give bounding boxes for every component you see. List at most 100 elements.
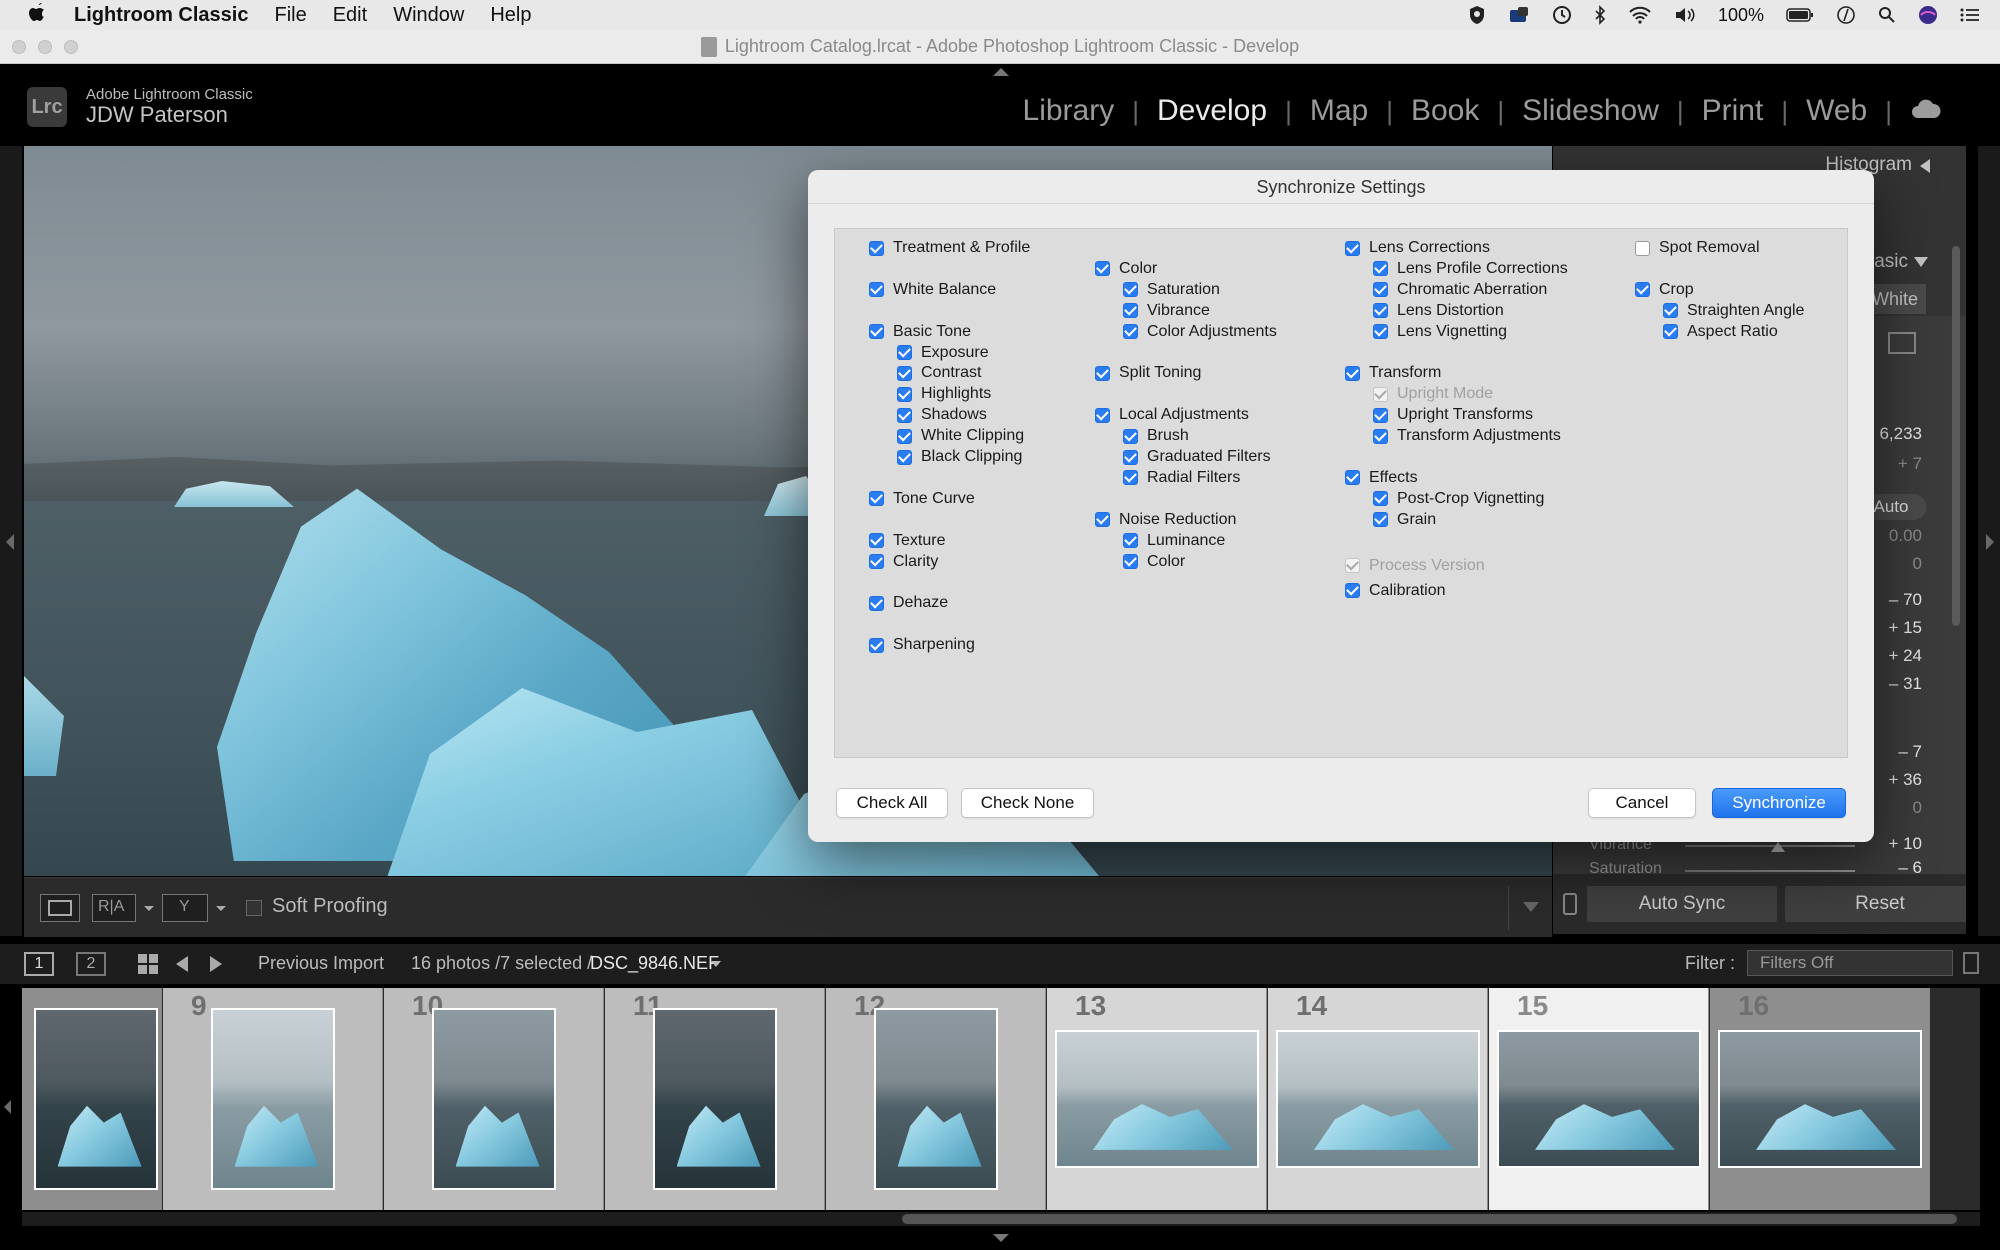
menu-window[interactable]: Window	[393, 4, 464, 27]
basic-panel-expand-icon[interactable]	[1914, 257, 1928, 267]
module-map[interactable]: Map	[1292, 94, 1386, 128]
filmstrip-cell[interactable]: 13	[1047, 988, 1267, 1210]
clock-icon[interactable]	[1836, 5, 1856, 25]
sync-checkbox[interactable]: Treatment & Profile	[869, 239, 1030, 257]
soft-proofing-checkbox[interactable]	[246, 900, 262, 916]
sync-checkbox[interactable]: Crop	[1635, 281, 1694, 299]
sync-checkbox[interactable]: Lens Distortion	[1373, 302, 1504, 320]
menu-help[interactable]: Help	[490, 4, 531, 27]
reference-view-dropdown-icon[interactable]	[216, 906, 226, 911]
sync-checkbox[interactable]: Basic Tone	[869, 323, 971, 341]
sync-checkbox[interactable]: Transform Adjustments	[1373, 427, 1561, 445]
sync-checkbox[interactable]: Spot Removal	[1635, 239, 1760, 257]
shield-icon[interactable]	[1468, 5, 1486, 25]
previous-photo-icon[interactable]	[176, 956, 188, 972]
contrast-value[interactable]: 0	[1913, 554, 1922, 574]
histogram-collapse-icon[interactable]	[1920, 159, 1930, 173]
exposure-value[interactable]: 0.00	[1889, 526, 1922, 546]
sync-checkbox[interactable]: Grain	[1373, 511, 1436, 529]
right-panel-edge[interactable]	[1978, 146, 2000, 936]
battery-icon[interactable]	[1786, 7, 1814, 23]
photo-thumbnail[interactable]	[432, 1008, 556, 1190]
sync-checkbox[interactable]: Vibrance	[1123, 302, 1210, 320]
sync-checkbox[interactable]: White Balance	[869, 281, 996, 299]
sync-checkbox[interactable]: Graduated Filters	[1123, 448, 1271, 466]
photo-thumbnail[interactable]	[653, 1008, 777, 1190]
sync-checkbox[interactable]: Chromatic Aberration	[1373, 281, 1547, 299]
whites-value[interactable]: + 24	[1888, 646, 1922, 666]
sync-checkbox[interactable]: Split Toning	[1095, 364, 1201, 382]
sync-checkbox[interactable]: Post-Crop Vignetting	[1373, 490, 1544, 508]
close-window-button[interactable]	[12, 40, 26, 54]
temp-value[interactable]: 6,233	[1879, 424, 1922, 444]
sync-checkbox[interactable]: Color	[1095, 260, 1157, 278]
notification-center-icon[interactable]	[1960, 7, 1980, 23]
filmstrip-cell[interactable]: 12	[826, 988, 1046, 1210]
sync-checkbox[interactable]: White Clipping	[897, 427, 1024, 445]
bottom-panel-toggle-icon[interactable]	[993, 1234, 1009, 1242]
sync-checkbox[interactable]: Highlights	[897, 385, 991, 403]
sync-checkbox[interactable]: Radial Filters	[1123, 469, 1240, 487]
zoom-window-button[interactable]	[64, 40, 78, 54]
blacks-value[interactable]: – 31	[1889, 674, 1922, 694]
module-book[interactable]: Book	[1393, 94, 1497, 128]
filmstrip-cell[interactable]: 9	[163, 988, 383, 1210]
sync-checkbox[interactable]: Dehaze	[869, 594, 948, 612]
filter-select[interactable]: Filters Off	[1747, 950, 1953, 976]
source-label[interactable]: Previous Import	[258, 953, 384, 974]
photo-thumbnail[interactable]	[1276, 1030, 1480, 1168]
filmstrip-cell[interactable]: 11	[605, 988, 825, 1210]
cloud-sync-icon[interactable]	[1892, 94, 1960, 128]
before-after-button[interactable]: R|A	[92, 894, 136, 922]
sync-checkbox[interactable]: Brush	[1123, 427, 1189, 445]
filmstrip-cell[interactable]: 15	[1489, 988, 1709, 1210]
highlights-value[interactable]: – 70	[1889, 590, 1922, 610]
filename-dropdown-icon[interactable]	[711, 961, 721, 967]
minimize-window-button[interactable]	[38, 40, 52, 54]
photo-thumbnail[interactable]	[1718, 1030, 1922, 1168]
sync-checkbox[interactable]: Shadows	[897, 406, 987, 424]
sync-checkbox[interactable]: Straighten Angle	[1663, 302, 1804, 320]
left-panel-toggle-icon[interactable]	[6, 534, 14, 550]
module-print[interactable]: Print	[1684, 94, 1782, 128]
photo-thumbnail[interactable]	[211, 1008, 335, 1190]
clarity-value[interactable]: + 36	[1888, 770, 1922, 790]
vibrance-slider-knob[interactable]	[1771, 842, 1785, 852]
filmstrip-scroll-thumb[interactable]	[902, 1214, 1957, 1224]
menu-edit[interactable]: Edit	[333, 4, 367, 27]
sync-checkbox[interactable]: Texture	[869, 532, 945, 550]
filmstrip-cell[interactable]: 10	[384, 988, 604, 1210]
sync-checkbox[interactable]: Tone Curve	[869, 490, 975, 508]
filter-lock-icon[interactable]	[1963, 952, 1979, 974]
check-none-button[interactable]: Check None	[961, 788, 1094, 818]
volume-icon[interactable]	[1674, 6, 1696, 24]
auto-sync-switch[interactable]	[1563, 893, 1577, 915]
selected-filename[interactable]: DSC_9846.NEF	[590, 953, 719, 974]
shadows-value[interactable]: + 15	[1888, 618, 1922, 638]
sync-checkbox[interactable]: Clarity	[869, 553, 938, 571]
apple-menu-icon[interactable]	[28, 1, 58, 29]
sync-checkbox[interactable]: Local Adjustments	[1095, 406, 1249, 424]
vibrance-slider[interactable]	[1685, 845, 1855, 847]
check-all-button[interactable]: Check All	[836, 788, 948, 818]
filmstrip-cell[interactable]	[22, 988, 162, 1210]
module-slideshow[interactable]: Slideshow	[1504, 94, 1677, 128]
reference-view-button[interactable]: Y	[162, 894, 208, 922]
cancel-button[interactable]: Cancel	[1588, 788, 1696, 818]
texture-value[interactable]: – 7	[1898, 742, 1922, 762]
sync-checkbox[interactable]: Sharpening	[869, 636, 975, 654]
sync-checkbox[interactable]: Noise Reduction	[1095, 511, 1236, 529]
bluetooth-icon[interactable]	[1594, 5, 1606, 25]
sync-checkbox[interactable]: Black Clipping	[897, 448, 1022, 466]
loupe-view-button[interactable]	[40, 894, 80, 922]
module-library[interactable]: Library	[1005, 94, 1133, 128]
sync-checkbox[interactable]: Luminance	[1123, 532, 1225, 550]
sync-checkbox[interactable]: Contrast	[897, 364, 981, 382]
wifi-icon[interactable]	[1628, 6, 1652, 24]
next-photo-icon[interactable]	[210, 956, 222, 972]
sync-checkbox[interactable]: Lens Corrections	[1345, 239, 1490, 257]
synchronize-button[interactable]: Synchronize	[1712, 788, 1846, 818]
sync-checkbox[interactable]: Saturation	[1123, 281, 1220, 299]
app-menu[interactable]: Lightroom Classic	[74, 4, 248, 27]
grid-view-icon[interactable]	[138, 954, 158, 974]
